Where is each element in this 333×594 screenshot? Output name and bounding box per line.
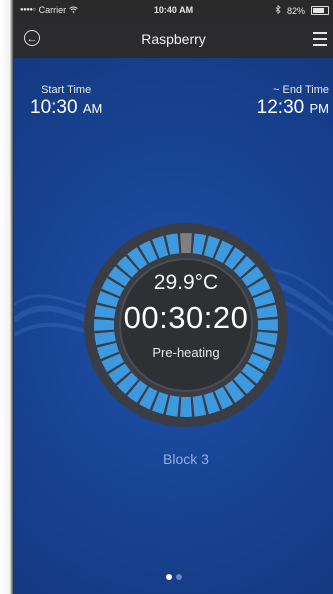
page-dot-1[interactable]	[165, 574, 172, 580]
battery-icon	[311, 6, 329, 15]
device-frame-edge	[0, 0, 14, 594]
hamburger-menu-icon-line-2	[313, 38, 327, 40]
end-time-clock: 12:30	[256, 97, 305, 118]
process-status: Pre-heating	[152, 345, 220, 360]
start-time-block: Start Time 10:30 AM	[30, 84, 102, 119]
end-time-ampm: PM	[309, 101, 330, 116]
start-time-clock: 10:30	[30, 97, 78, 118]
menu-button[interactable]	[313, 32, 327, 50]
status-right: 82%	[275, 4, 329, 16]
page-indicator	[14, 574, 333, 580]
status-bar: ●●●●○ Carrier 10:40 AM 82%	[14, 0, 333, 20]
ring-readout: 29.9°C 00:30:20 Pre-heating	[82, 221, 290, 429]
page-dot-2[interactable]	[175, 574, 182, 580]
app-screen: ●●●●○ Carrier 10:40 AM 82% ← Raspberry S…	[14, 0, 333, 594]
start-time-ampm: AM	[82, 101, 103, 116]
start-time-value: 10:30 AM	[30, 97, 102, 119]
hamburger-menu-icon-line-1	[313, 32, 327, 34]
end-time-block: ~ End Time 12:30 PM	[257, 84, 329, 119]
bluetooth-icon	[275, 4, 281, 16]
page-title: Raspberry	[141, 31, 206, 47]
hamburger-menu-icon-line-3	[313, 44, 327, 46]
navigation-bar: ← Raspberry	[14, 20, 333, 58]
battery-percent: 82%	[286, 5, 305, 16]
block-label: Block 3	[163, 451, 209, 467]
end-time-label: ~ End Time	[273, 84, 329, 96]
timer-readout: 00:30:20	[123, 300, 249, 335]
end-time-value: 12:30 PM	[257, 97, 329, 119]
start-time-label: Start Time	[41, 84, 92, 96]
temperature-readout: 29.9°C	[153, 271, 219, 294]
